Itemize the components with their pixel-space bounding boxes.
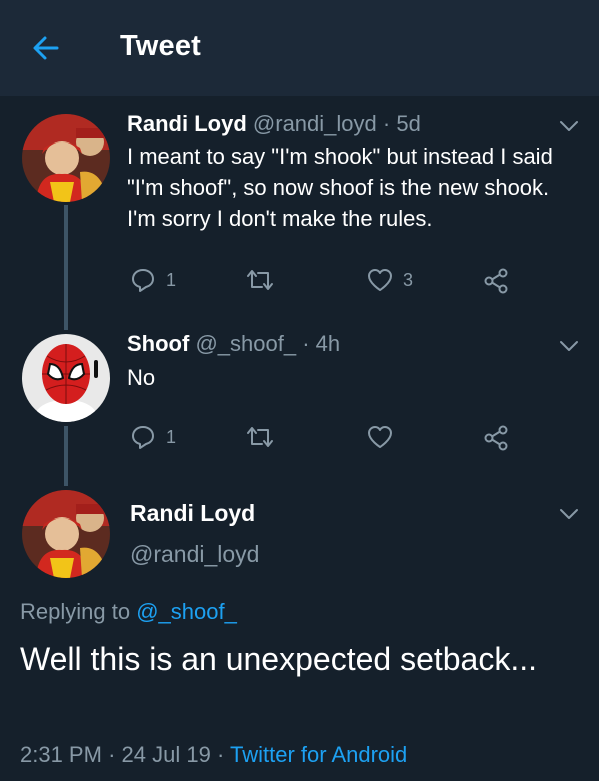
main-tweet-text: Well this is an unexpected setback... bbox=[20, 641, 538, 677]
chevron-down-icon[interactable] bbox=[558, 339, 580, 353]
back-button[interactable] bbox=[30, 32, 62, 64]
like-button[interactable] bbox=[367, 425, 403, 449]
thread-connector-line bbox=[64, 426, 68, 486]
author-handle[interactable]: @randi_loyd bbox=[130, 541, 259, 568]
replying-to-mention[interactable]: @_shoof_ bbox=[136, 599, 237, 624]
page-title: Tweet bbox=[120, 30, 202, 62]
tweet-time: 4h bbox=[315, 331, 341, 356]
like-count: 3 bbox=[403, 269, 414, 290]
reply-icon bbox=[132, 426, 154, 449]
tweet-timestamp: 2:31 PM · 24 Jul 19 · Twitter for Androi… bbox=[20, 742, 407, 768]
avatar[interactable] bbox=[22, 490, 110, 578]
reply-button[interactable]: 1 bbox=[130, 267, 176, 293]
share-icon bbox=[484, 425, 508, 451]
reply-icon bbox=[132, 269, 154, 292]
chevron-down-icon[interactable] bbox=[558, 507, 580, 521]
tweet-meta: Shoof @_shoof_ · 4h bbox=[127, 331, 340, 357]
top-app-bar: Tweet bbox=[0, 0, 599, 96]
arrow-left-icon bbox=[33, 36, 59, 60]
avatar-photo bbox=[22, 334, 110, 422]
separator-dot: · bbox=[302, 331, 310, 356]
tweet-text: No bbox=[127, 365, 156, 390]
tweet-date: 24 Jul 19 bbox=[121, 742, 211, 767]
heart-icon bbox=[368, 269, 392, 291]
thread-connector-line bbox=[64, 205, 68, 330]
reply-count: 1 bbox=[166, 426, 177, 447]
tweet-time: 2:31 PM bbox=[20, 742, 102, 767]
author-handle[interactable]: @randi_loyd bbox=[253, 111, 377, 136]
author-name[interactable]: Shoof bbox=[127, 331, 189, 356]
retweet-icon bbox=[247, 270, 273, 290]
share-button[interactable] bbox=[483, 268, 509, 294]
share-button[interactable] bbox=[483, 425, 509, 451]
reply-count: 1 bbox=[166, 269, 177, 290]
tweet-time: 5d bbox=[396, 111, 421, 136]
tweet-text: I meant to say "I'm shook" but instead I… bbox=[127, 144, 553, 231]
avatar-photo bbox=[22, 490, 110, 578]
retweet-icon bbox=[247, 427, 273, 447]
replying-to: Replying to @_shoof_ bbox=[20, 599, 237, 625]
like-button[interactable]: 3 bbox=[367, 268, 413, 292]
tweet-meta: Randi Loyd @randi_loyd · 5d bbox=[127, 111, 421, 137]
separator-dot: · bbox=[382, 111, 391, 136]
author-name[interactable]: Randi Loyd bbox=[130, 500, 255, 527]
share-icon bbox=[484, 268, 508, 294]
avatar[interactable] bbox=[22, 114, 110, 202]
avatar-photo bbox=[22, 114, 110, 202]
retweet-button[interactable] bbox=[245, 425, 285, 449]
author-name[interactable]: Randi Loyd bbox=[127, 111, 247, 136]
separator-dot: · bbox=[108, 742, 116, 767]
heart-icon bbox=[368, 426, 392, 448]
retweet-button[interactable] bbox=[245, 268, 285, 292]
chevron-down-icon[interactable] bbox=[558, 119, 580, 133]
reply-button[interactable]: 1 bbox=[130, 424, 176, 450]
tweet-source-link[interactable]: Twitter for Android bbox=[230, 742, 407, 767]
author-handle[interactable]: @_shoof_ bbox=[195, 331, 296, 356]
avatar[interactable] bbox=[22, 334, 110, 422]
separator-dot: · bbox=[216, 742, 225, 767]
replying-to-label: Replying to bbox=[20, 599, 131, 624]
